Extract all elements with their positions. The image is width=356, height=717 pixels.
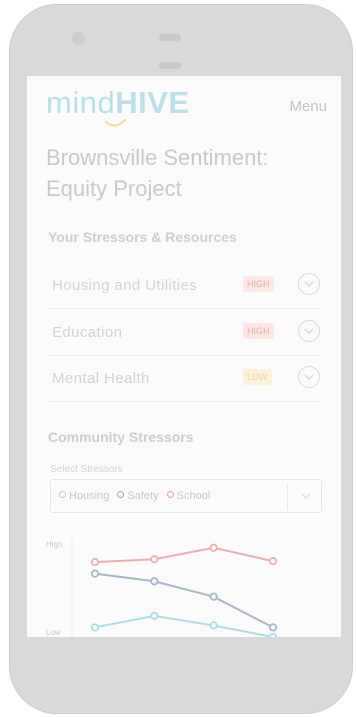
community-stressors-heading: Community Stressors (48, 429, 194, 445)
select-divider (287, 484, 288, 510)
stressor-multiselect[interactable]: Housing Safety School (50, 479, 322, 513)
series-line-school (94, 546, 274, 564)
tag-safety[interactable]: Safety (117, 490, 159, 502)
front-camera (72, 32, 85, 45)
safety-dot-icon (117, 491, 125, 498)
level-badge: LOW (243, 369, 272, 385)
data-point-school[interactable] (268, 557, 278, 566)
data-point-school[interactable] (90, 558, 100, 567)
data-point-safety[interactable] (268, 623, 278, 632)
mindhive-logo[interactable]: mindHIVE (46, 85, 190, 121)
data-point-housing[interactable] (150, 611, 159, 620)
data-point-safety[interactable] (150, 577, 159, 586)
stressor-row-mental-health[interactable]: Mental Health LOW (47, 357, 321, 402)
expand-button[interactable] (298, 273, 320, 295)
data-point-housing[interactable] (268, 632, 278, 637)
data-point-housing[interactable] (90, 623, 100, 632)
y-axis-label-low: Low (46, 628, 61, 637)
expand-button[interactable] (298, 366, 320, 388)
chevron-down-icon (304, 328, 314, 334)
chevron-down-icon[interactable] (301, 493, 311, 500)
menu-button[interactable]: Menu (289, 98, 327, 115)
stressor-row-housing[interactable]: Housing and Utilities HIGH (47, 264, 321, 309)
stressor-row-education[interactable]: Education HIGH (47, 311, 321, 356)
proximity-sensor (159, 62, 181, 69)
stressor-label: Housing and Utilities (52, 277, 198, 294)
speaker-grille (159, 34, 181, 41)
data-point-housing[interactable] (209, 621, 218, 630)
series-line-safety (94, 572, 274, 629)
app-screen: mindHIVE Menu Brownsville Sentiment: Equ… (27, 76, 341, 637)
tag-label: School (176, 490, 211, 502)
community-stressors-chart: High Low (46, 539, 278, 637)
logo-text-bold: HIVE (115, 85, 190, 120)
tag-label: Safety (127, 490, 159, 502)
tag-housing[interactable]: Housing (59, 490, 109, 502)
data-point-school[interactable] (209, 543, 218, 552)
housing-dot-icon (59, 491, 66, 498)
expand-button[interactable] (298, 320, 320, 342)
series-line-housing (94, 614, 274, 637)
stressor-label: Mental Health (52, 370, 150, 387)
data-point-safety[interactable] (209, 592, 218, 601)
y-axis-label-high: High (46, 540, 62, 549)
data-point-school[interactable] (150, 555, 159, 564)
tag-label: Housing (69, 490, 110, 502)
logo-text-light: mind (46, 85, 116, 120)
stressors-heading: Your Stressors & Resources (48, 229, 237, 245)
stressor-label: Education (52, 324, 123, 341)
logo-swoosh-icon (105, 118, 127, 127)
select-stressors-label: Select Stressors (50, 464, 123, 475)
data-point-safety[interactable] (90, 569, 100, 578)
selected-tags: Housing Safety School (59, 490, 215, 502)
level-badge: HIGH (243, 323, 274, 339)
level-badge: HIGH (243, 276, 274, 292)
chevron-down-icon (304, 281, 314, 287)
chevron-down-icon (304, 374, 314, 380)
page-title: Brownsville Sentiment: Equity Project (46, 145, 269, 201)
school-dot-icon (166, 491, 174, 498)
tag-school[interactable]: School (166, 490, 211, 502)
